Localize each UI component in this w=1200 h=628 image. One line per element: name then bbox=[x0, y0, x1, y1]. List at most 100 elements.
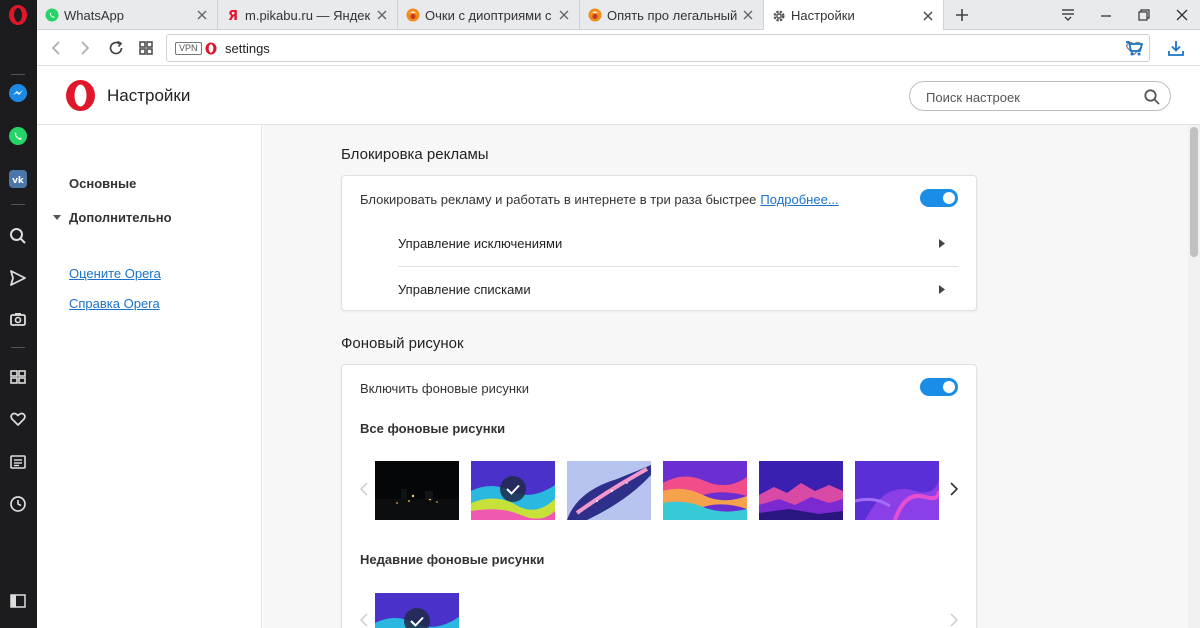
sidebar-toggle-icon[interactable] bbox=[8, 591, 28, 611]
manage-lists-row[interactable]: Управление списками bbox=[398, 267, 959, 313]
all-wallpapers-heading: Все фоновые рисунки bbox=[360, 421, 506, 436]
tab-whatsapp[interactable]: WhatsApp bbox=[37, 0, 218, 30]
ad-block-card: Блокировать рекламу и работать в интерне… bbox=[341, 175, 977, 311]
gear-icon bbox=[772, 9, 786, 23]
svg-text:vk: vk bbox=[12, 176, 25, 186]
settings-content: Блокировка рекламы Блокировать рекламу и… bbox=[263, 125, 1188, 628]
manage-exceptions-row[interactable]: Управление исключениями bbox=[398, 221, 959, 267]
vertical-scrollbar[interactable] bbox=[1188, 125, 1200, 628]
tab-title: Настройки bbox=[791, 8, 855, 23]
recent-wallpapers-heading: Недавние фоновые рисунки bbox=[360, 552, 545, 567]
forward-button[interactable] bbox=[75, 38, 95, 58]
wallpaper-card: Включить фоновые рисунки Все фоновые рис… bbox=[341, 364, 977, 628]
toggle-knob bbox=[943, 381, 955, 393]
manage-lists-label: Управление списками bbox=[398, 282, 531, 297]
carousel-prev-button[interactable] bbox=[357, 481, 371, 497]
shopping-cart-icon[interactable] bbox=[1124, 38, 1144, 58]
ad-block-text: Блокировать рекламу и работать в интерне… bbox=[360, 192, 757, 207]
sidebar-divider bbox=[11, 74, 25, 75]
camera-icon[interactable] bbox=[8, 309, 28, 329]
tab-title: m.pikabu.ru — Яндекс: на bbox=[245, 7, 371, 23]
vpn-badge[interactable]: VPN bbox=[175, 42, 202, 55]
close-tab-icon[interactable] bbox=[921, 9, 935, 23]
whatsapp-icon[interactable] bbox=[8, 126, 28, 146]
carousel-next-button[interactable] bbox=[947, 481, 961, 497]
speed-dial-icon[interactable] bbox=[8, 367, 28, 387]
wallpaper-thumbnail-night-city[interactable] bbox=[375, 461, 459, 520]
address-bar: VPN bbox=[166, 34, 1150, 62]
news-icon[interactable] bbox=[8, 452, 28, 472]
toggle-knob bbox=[943, 192, 955, 204]
close-tab-icon[interactable] bbox=[741, 8, 755, 22]
tab-title: Опять про легальный кон bbox=[607, 7, 737, 23]
settings-header: Настройки bbox=[37, 66, 1200, 125]
opera-logo-icon bbox=[65, 79, 96, 112]
wallpaper-thumbnail-whale[interactable] bbox=[567, 461, 651, 520]
learn-more-link[interactable]: Подробнее... bbox=[760, 192, 838, 207]
tab-menu-icon[interactable] bbox=[1058, 5, 1078, 25]
tab-settings[interactable]: Настройки bbox=[764, 0, 944, 31]
tab-strip: WhatsApp Я m.pikabu.ru — Яндекс: на Очки… bbox=[37, 0, 1200, 31]
search-icon[interactable] bbox=[8, 226, 28, 246]
recent-carousel-prev-button[interactable] bbox=[357, 612, 371, 628]
page-title: Настройки bbox=[107, 86, 191, 105]
recent-wallpaper-thumbnail-selected[interactable] bbox=[375, 593, 459, 628]
opera-sidebar: vk bbox=[0, 0, 37, 628]
nav-advanced[interactable]: Дополнительно bbox=[69, 210, 172, 225]
scrollbar-thumb[interactable] bbox=[1190, 127, 1198, 257]
recent-carousel-next-button[interactable] bbox=[947, 612, 961, 628]
downloads-icon[interactable] bbox=[1166, 38, 1186, 58]
wallpaper-thumbnail-purple-curve[interactable] bbox=[855, 461, 939, 520]
chevron-right-icon bbox=[939, 239, 945, 248]
tabs-overview-icon[interactable] bbox=[136, 38, 156, 58]
reload-button[interactable] bbox=[106, 38, 126, 58]
opera-menu-icon[interactable] bbox=[8, 4, 28, 26]
whatsapp-icon bbox=[45, 8, 59, 22]
wallpaper-thumbnail-selected[interactable] bbox=[471, 461, 555, 520]
settings-search-input[interactable] bbox=[926, 88, 1136, 106]
settings-nav: Основные Дополнительно Оцените Opera Спр… bbox=[37, 125, 262, 628]
tab-pikabu-yandex[interactable]: Я m.pikabu.ru — Яндекс: на bbox=[218, 0, 398, 30]
vk-icon[interactable]: vk bbox=[8, 169, 28, 189]
history-clock-icon[interactable] bbox=[8, 494, 28, 514]
restore-window-button[interactable] bbox=[1134, 5, 1154, 25]
sidebar-divider bbox=[11, 204, 25, 205]
search-icon[interactable] bbox=[1143, 88, 1161, 106]
manage-exceptions-label: Управление исключениями bbox=[398, 236, 563, 251]
rate-opera-link[interactable]: Оцените Opera bbox=[69, 266, 161, 281]
opera-logo-icon bbox=[205, 42, 217, 55]
chevron-right-icon bbox=[939, 285, 945, 294]
minimize-window-button[interactable] bbox=[1096, 5, 1116, 25]
tab-glasses[interactable]: Очки с диоптриями с али bbox=[398, 0, 580, 30]
pikabu-icon bbox=[588, 8, 602, 22]
url-input[interactable] bbox=[225, 39, 1085, 57]
wallpaper-thumbnail-wave[interactable] bbox=[663, 461, 747, 520]
sidebar-divider bbox=[11, 347, 25, 348]
wallpaper-thumbnail-mountains[interactable] bbox=[759, 461, 843, 520]
yandex-icon: Я bbox=[226, 8, 240, 22]
messenger-icon[interactable] bbox=[8, 83, 28, 103]
send-icon[interactable] bbox=[8, 268, 28, 288]
bookmarks-heart-icon[interactable] bbox=[8, 409, 28, 429]
settings-search bbox=[909, 81, 1171, 111]
tab-title: Очки с диоптриями с али bbox=[425, 7, 553, 23]
expand-arrow-icon[interactable] bbox=[53, 214, 61, 222]
close-tab-icon[interactable] bbox=[195, 8, 209, 22]
close-tab-icon[interactable] bbox=[375, 8, 389, 22]
tab-title: WhatsApp bbox=[64, 7, 124, 23]
section-title-ad-block: Блокировка рекламы bbox=[341, 146, 489, 163]
svg-text:Я: Я bbox=[228, 9, 238, 22]
close-tab-icon[interactable] bbox=[557, 8, 571, 22]
ad-block-label: Блокировать рекламу и работать в интерне… bbox=[360, 192, 839, 207]
ad-block-toggle[interactable] bbox=[920, 189, 958, 207]
opera-help-link[interactable]: Справка Opera bbox=[69, 296, 160, 311]
tab-legal[interactable]: Опять про легальный кон bbox=[580, 0, 764, 30]
pikabu-icon bbox=[406, 8, 420, 22]
wallpaper-toggle[interactable] bbox=[920, 378, 958, 396]
address-toolbar: VPN bbox=[37, 30, 1200, 66]
section-title-wallpaper: Фоновый рисунок bbox=[341, 335, 464, 352]
back-button[interactable] bbox=[46, 38, 66, 58]
close-window-button[interactable] bbox=[1172, 5, 1192, 25]
new-tab-button[interactable] bbox=[952, 5, 972, 25]
nav-basic[interactable]: Основные bbox=[69, 176, 136, 191]
